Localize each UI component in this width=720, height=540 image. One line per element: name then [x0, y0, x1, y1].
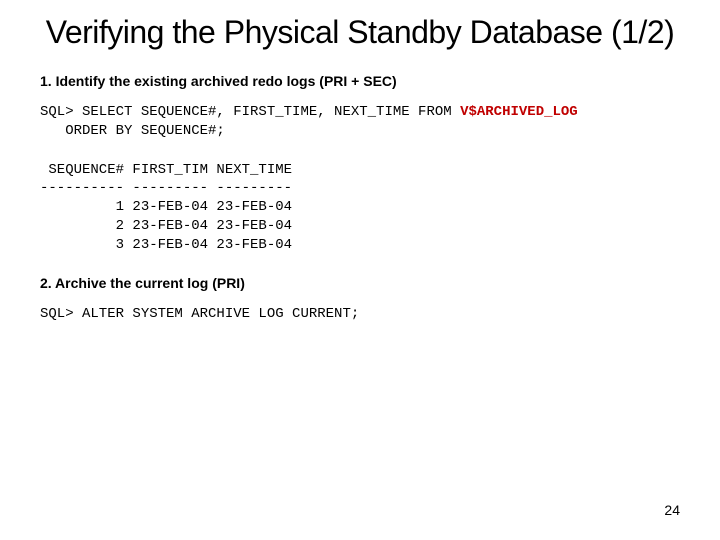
sql1-table-name: V$ARCHIVED_LOG: [460, 104, 578, 120]
slide: Verifying the Physical Standby Database …: [0, 0, 720, 540]
sql-query-1: SQL> SELECT SEQUENCE#, FIRST_TIME, NEXT_…: [40, 103, 680, 141]
step-2-heading: 2. Archive the current log (PRI): [40, 275, 680, 291]
step-1-heading: 1. Identify the existing archived redo l…: [40, 73, 680, 89]
sql-result-1: SEQUENCE# FIRST_TIM NEXT_TIME ----------…: [40, 161, 680, 255]
sql2-text: SQL> ALTER SYSTEM ARCHIVE LOG CURRENT;: [40, 306, 359, 322]
slide-title: Verifying the Physical Standby Database …: [40, 14, 680, 51]
result-row: 1 23-FEB-04 23-FEB-04: [40, 199, 292, 215]
sql1-post: ORDER BY SEQUENCE#;: [40, 123, 225, 139]
result-row: 2 23-FEB-04 23-FEB-04: [40, 218, 292, 234]
sql-query-2: SQL> ALTER SYSTEM ARCHIVE LOG CURRENT;: [40, 305, 680, 324]
result-header: SEQUENCE# FIRST_TIM NEXT_TIME: [40, 162, 292, 178]
result-row: 3 23-FEB-04 23-FEB-04: [40, 237, 292, 253]
sql1-pre: SQL> SELECT SEQUENCE#, FIRST_TIME, NEXT_…: [40, 104, 460, 120]
result-divider: ---------- --------- ---------: [40, 180, 292, 196]
page-number: 24: [664, 502, 680, 518]
